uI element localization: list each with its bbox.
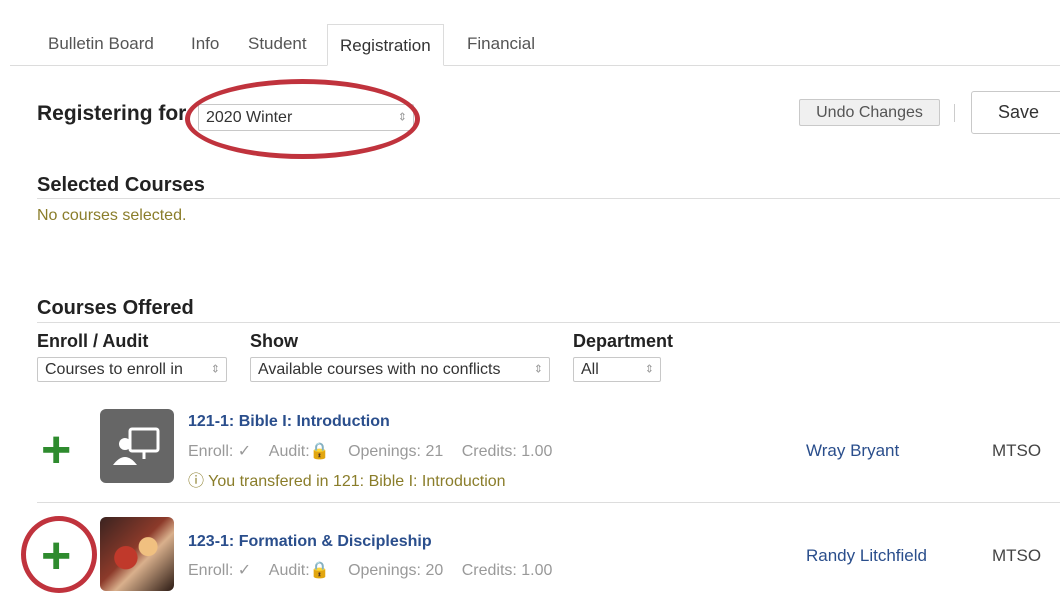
course-photo (100, 517, 174, 591)
lock-icon: 🔒 (309, 443, 330, 460)
no-courses-message: No courses selected. (37, 207, 187, 224)
credits: Credits: 1.00 (461, 443, 553, 460)
openings: Openings: 21 (348, 443, 444, 460)
undo-changes-button[interactable]: Undo Changes (799, 99, 940, 126)
section-rule (37, 322, 1060, 323)
audit-status: Audit:🔒 (268, 443, 330, 460)
enroll-status: Enroll: ✓ (188, 443, 252, 460)
credits: Credits: 1.00 (461, 562, 553, 579)
show-select[interactable]: Available courses with no conflicts ⇕ (250, 357, 550, 382)
add-course-button[interactable]: + (41, 530, 71, 582)
select-arrows-icon: ⇕ (210, 363, 220, 375)
enroll-status: Enroll: ✓ (188, 562, 252, 579)
instructor-link[interactable]: Randy Litchfield (806, 546, 927, 566)
highlight-circle-term (185, 79, 420, 159)
department-select[interactable]: All ⇕ (573, 357, 661, 382)
enroll-audit-label: Enroll / Audit (37, 331, 149, 351)
tab-divider (10, 65, 1060, 66)
select-arrows-icon: ⇕ (644, 363, 654, 375)
show-value: Available courses with no conflicts (258, 361, 501, 378)
save-button[interactable]: Save (971, 91, 1060, 134)
registering-for-heading: Registering for (37, 102, 187, 125)
course-title-123[interactable]: 123-1: Formation & Discipleship (188, 533, 432, 551)
campus: MTSO (992, 546, 1042, 565)
lock-icon: 🔒 (309, 562, 330, 579)
department-label: Department (573, 331, 674, 351)
courses-offered-heading: Courses Offered (37, 297, 194, 319)
tab-info[interactable]: Info (191, 34, 219, 54)
section-rule (37, 198, 1060, 199)
row-divider (37, 502, 1060, 503)
show-label: Show (250, 331, 298, 351)
add-course-button[interactable]: + (41, 424, 71, 476)
transfer-note: ⓘ You transfered in 121: Bible I: Introd… (188, 473, 506, 490)
course-meta-121: Enroll: ✓ Audit:🔒 Openings: 21 Credits: … (188, 441, 566, 461)
tab-financial[interactable]: Financial (467, 34, 535, 54)
course-meta-123: Enroll: ✓ Audit:🔒 Openings: 20 Credits: … (188, 560, 566, 580)
tab-bulletin-board[interactable]: Bulletin Board (48, 34, 154, 54)
tab-bar (0, 0, 1060, 66)
enroll-audit-value: Courses to enroll in (45, 361, 183, 378)
campus: MTSO (992, 441, 1042, 460)
tab-registration[interactable]: Registration (327, 24, 444, 66)
instructor-link[interactable]: Wray Bryant (806, 441, 899, 461)
select-arrows-icon: ⇕ (533, 363, 543, 375)
tab-student[interactable]: Student (248, 34, 307, 54)
toolbar-divider (954, 104, 955, 122)
openings: Openings: 20 (348, 562, 444, 579)
department-value: All (581, 361, 599, 378)
enroll-audit-select[interactable]: Courses to enroll in ⇕ (37, 357, 227, 382)
selected-courses-heading: Selected Courses (37, 174, 205, 196)
classroom-icon (100, 409, 174, 483)
audit-status: Audit:🔒 (268, 562, 330, 579)
course-title-121[interactable]: 121-1: Bible I: Introduction (188, 413, 390, 431)
